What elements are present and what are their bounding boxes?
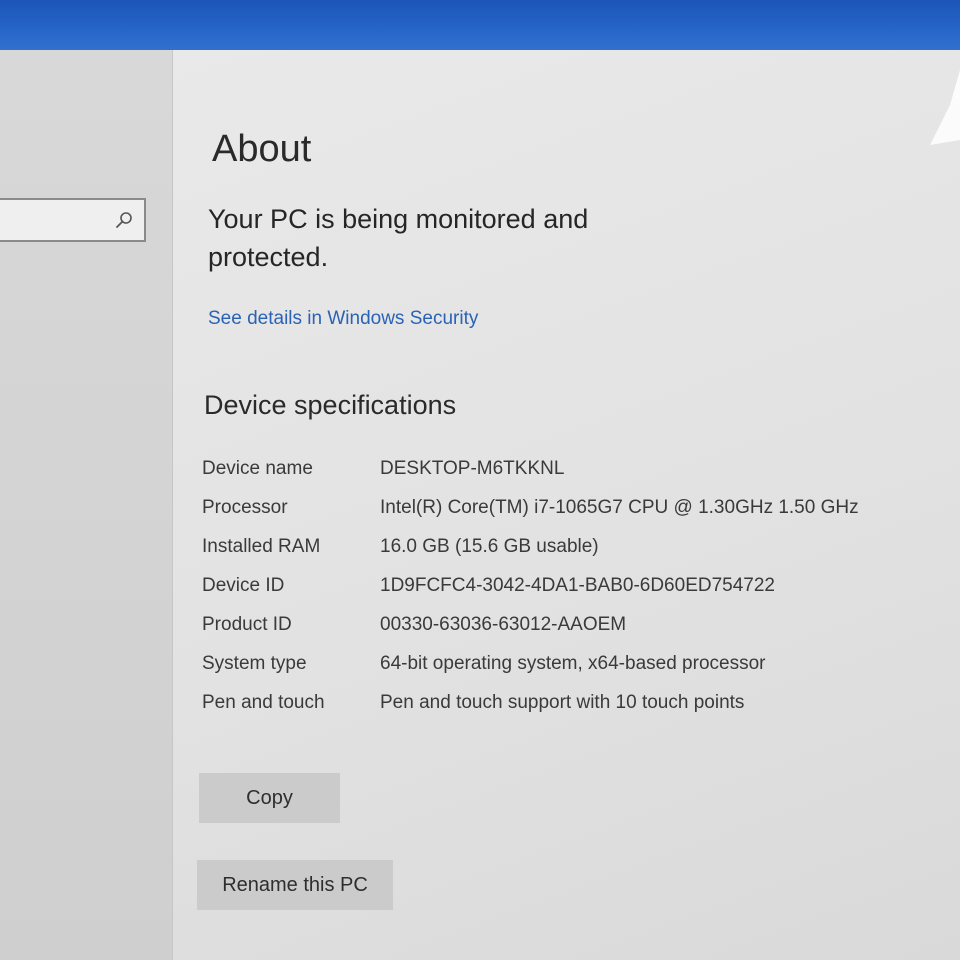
spec-value: Pen and touch support with 10 touch poin… [380,692,745,713]
screen-glare [930,70,960,145]
device-specifications-heading: Device specifications [204,390,457,420]
spec-row-installed-ram: Installed RAM 16.0 GB (15.6 GB usable) [202,534,882,560]
spec-label: Device name [202,458,313,479]
spec-value: DESKTOP-M6TKKNL [380,458,565,479]
device-specifications-table: Device name DESKTOP-M6TKKNL Processor In… [202,456,882,729]
spec-row-pen-and-touch: Pen and touch Pen and touch support with… [202,690,882,716]
spec-value: Intel(R) Core(TM) i7-1065G7 CPU @ 1.30GH… [380,497,859,518]
rename-pc-button[interactable]: Rename this PC [197,860,393,910]
spec-value: 1D9FCFC4-3042-4DA1-BAB0-6D60ED754722 [380,575,775,596]
spec-row-device-id: Device ID 1D9FCFC4-3042-4DA1-BAB0-6D60ED… [202,573,882,599]
spec-row-processor: Processor Intel(R) Core(TM) i7-1065G7 CP… [202,495,882,521]
spec-label: Product ID [202,614,292,635]
spec-value: 00330-63036-63012-AAOEM [380,614,627,635]
protection-status-message: Your PC is being monitored and protected… [208,204,589,272]
spec-row-system-type: System type 64-bit operating system, x64… [202,651,882,677]
windows-security-link[interactable]: See details in Windows Security [208,308,478,330]
spec-label: Pen and touch [202,692,325,713]
spec-label: Processor [202,497,288,518]
settings-sidebar [0,50,173,960]
spec-row-device-name: Device name DESKTOP-M6TKKNL [202,456,882,482]
spec-label: System type [202,653,307,674]
spec-label: Device ID [202,575,285,596]
page-title: About [212,128,312,170]
window-titlebar [0,0,960,50]
spec-value: 16.0 GB (15.6 GB usable) [380,536,599,557]
spec-value: 64-bit operating system, x64-based proce… [380,653,766,674]
copy-button[interactable]: Copy [199,773,340,823]
spec-label: Installed RAM [202,536,321,557]
spec-row-product-id: Product ID 00330-63036-63012-AAOEM [202,612,882,638]
search-icon[interactable] [114,210,134,230]
search-input[interactable] [0,198,146,242]
